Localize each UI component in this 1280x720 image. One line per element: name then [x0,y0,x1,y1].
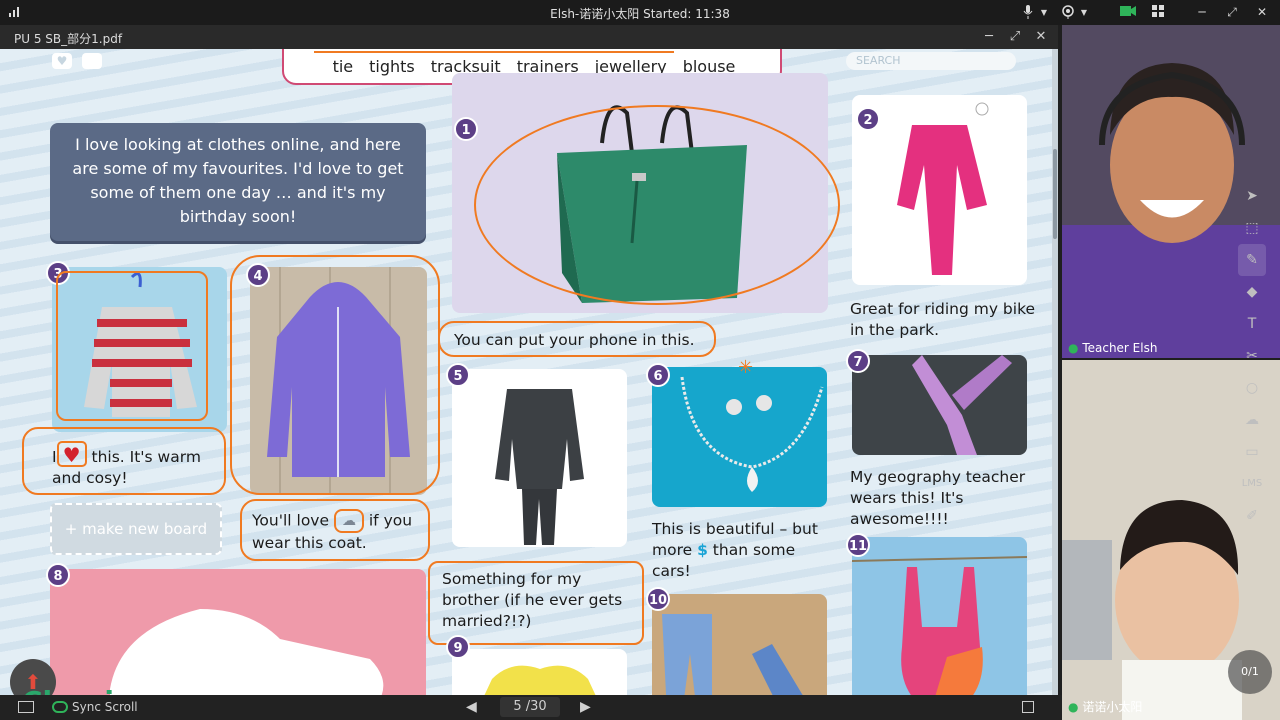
cloud-icon[interactable]: ☁ [1238,404,1266,436]
mic-indicator-icon: ● [1068,341,1079,355]
scissors-icon[interactable]: ✂ [1238,340,1266,372]
search-input[interactable]: SEARCH [846,52,1016,70]
pen-icon[interactable]: ✎ [1238,244,1266,276]
orange-annotation-circle [474,105,840,305]
caption-6: This is beautiful – but more $ than some… [652,519,832,582]
item-number: 9 [446,635,470,659]
heart-icon[interactable]: ♥ [52,53,72,69]
bottom-bar: Sync Scroll ◀ 5 /30 ▶ [0,695,1062,720]
make-new-board-button[interactable]: + make new board [50,503,222,555]
heart-sticker-icon: ♥ [56,441,87,467]
microphone-icon[interactable] [1020,5,1036,20]
word-tights: tights [369,57,415,76]
orange-underline [314,51,674,53]
item-number: 11 [846,533,870,557]
teacher-label: ● Teacher Elsh [1068,341,1157,355]
laser-pointer-icon: ✳ [738,357,754,378]
suit-photo [452,369,627,547]
item-number: 1 [454,117,478,141]
rain-cloud-icon: ☁ [333,509,364,533]
swimsuit-illustration [852,556,1027,695]
sync-scroll-label: Sync Scroll [72,700,138,714]
vertical-scrollbar[interactable] [1052,49,1058,695]
caption-3: I ♥ this. It's warm and cosy! [22,427,226,495]
item-number: 5 [446,363,470,387]
minimize-icon[interactable]: ─ [1194,5,1210,20]
swimsuit-photo [852,537,1027,695]
tights-photo [652,594,827,695]
trainers-photo [50,569,426,695]
orange-annotation-circle [230,255,440,495]
page-current: 5 [513,699,522,714]
item-number: 8 [46,563,70,587]
caption-4-start: You'll love [252,511,330,530]
comment-icon[interactable] [82,53,102,69]
eraser-icon[interactable]: ◆ [1238,276,1266,308]
orange-annotation-box [56,271,208,421]
shape-icon[interactable]: ○ [1238,372,1266,404]
intro-text: I love looking at clothes online, and he… [72,135,404,226]
pointer-icon[interactable]: ➤ [1238,180,1266,212]
sidebar-toggle-icon[interactable] [18,701,34,713]
speaker-icon[interactable] [1060,5,1076,20]
close-icon[interactable]: ✕ [1254,5,1270,20]
edit-icon[interactable]: ✐ [1238,500,1266,532]
tie-photo [852,355,1027,455]
jewellery-illustration [680,376,824,492]
doc-close-icon[interactable]: ✕ [1032,28,1050,46]
sync-scroll-toggle[interactable] [52,701,68,713]
page-total: /30 [525,699,547,714]
restore-icon[interactable]: ⤢ [1224,5,1240,20]
item-number: 6 [646,363,670,387]
caption-5: Something for my brother (if he ever get… [428,561,644,645]
teacher-name: Teacher Elsh [1082,341,1158,355]
lms-icon[interactable]: LMS [1238,468,1266,500]
item-number: 7 [846,349,870,373]
camera-icon[interactable] [1120,5,1136,20]
mic-dropdown-icon[interactable]: ▼ [1036,5,1052,20]
document-window: PU 5 SB_部分1.pdf ─ ⤢ ✕ ♥ tie tights tracksu… [0,25,1058,695]
speaker-dropdown-icon[interactable]: ▼ [1076,5,1092,20]
word-tie: tie [332,57,354,76]
prev-page-icon[interactable]: ◀ [466,699,477,715]
trainers-illustration [110,609,384,695]
document-titlebar: PU 5 SB_部分1.pdf ─ ⤢ ✕ [0,25,1058,49]
blouse-illustration [484,665,596,695]
next-page-icon[interactable]: ▶ [580,699,591,715]
toolbox-icon[interactable]: ▭ [1238,436,1266,468]
item-number: 2 [856,107,880,131]
scroll-thumb[interactable] [1053,149,1057,239]
intro-box: I love looking at clothes online, and he… [50,123,426,241]
item-number: 10 [646,587,670,611]
page-indicator[interactable]: 5 /30 [500,697,560,717]
student-name: 诺诺小太阳 [1082,700,1143,714]
fullscreen-icon[interactable] [1022,701,1034,713]
mic-indicator-icon: ● [1068,700,1079,714]
suit-illustration [495,389,584,545]
search-placeholder: SEARCH [856,54,901,67]
caption-3-start: I [52,448,57,466]
doc-expand-icon[interactable]: ⤢ [1006,28,1024,46]
student-badge[interactable]: 0/1 [1228,650,1272,694]
caption-2: Great for riding my bike in the park. [850,300,1036,339]
select-icon[interactable]: ⬚ [1238,212,1266,244]
jewellery-photo [652,367,827,507]
grid-layout-icon[interactable] [1150,5,1166,20]
blouse-photo [452,649,627,695]
caption-7: My geography teacher wears this! It's aw… [850,468,1026,528]
tights-illustration [662,614,803,695]
tie-illustration [912,355,1012,455]
classin-logo: Classin [22,685,134,695]
pdf-page[interactable]: ♥ tie tights tracksuit trainers jewellery blo… [0,49,1052,695]
document-filename: PU 5 SB_部分1.pdf [14,32,123,46]
student-label: ● 诺诺小太阳 [1068,698,1142,715]
doc-minimize-icon[interactable]: ─ [980,28,998,46]
dollar-sticker-icon: $ [697,541,708,559]
caption-4: You'll love ☁ if you wear this coat. [240,499,430,561]
caption-1: You can put your phone in this. [438,321,716,357]
top-bar: Elsh-诺诺小太阳 Started: 11:38 ▼ ▼ ─ ⤢ ✕ [0,0,1280,25]
text-tool-icon[interactable]: T [1238,308,1266,340]
whiteboard-toolbar: ➤ ⬚ ✎ ◆ T ✂ ○ ☁ ▭ LMS ✐ [1238,180,1266,550]
